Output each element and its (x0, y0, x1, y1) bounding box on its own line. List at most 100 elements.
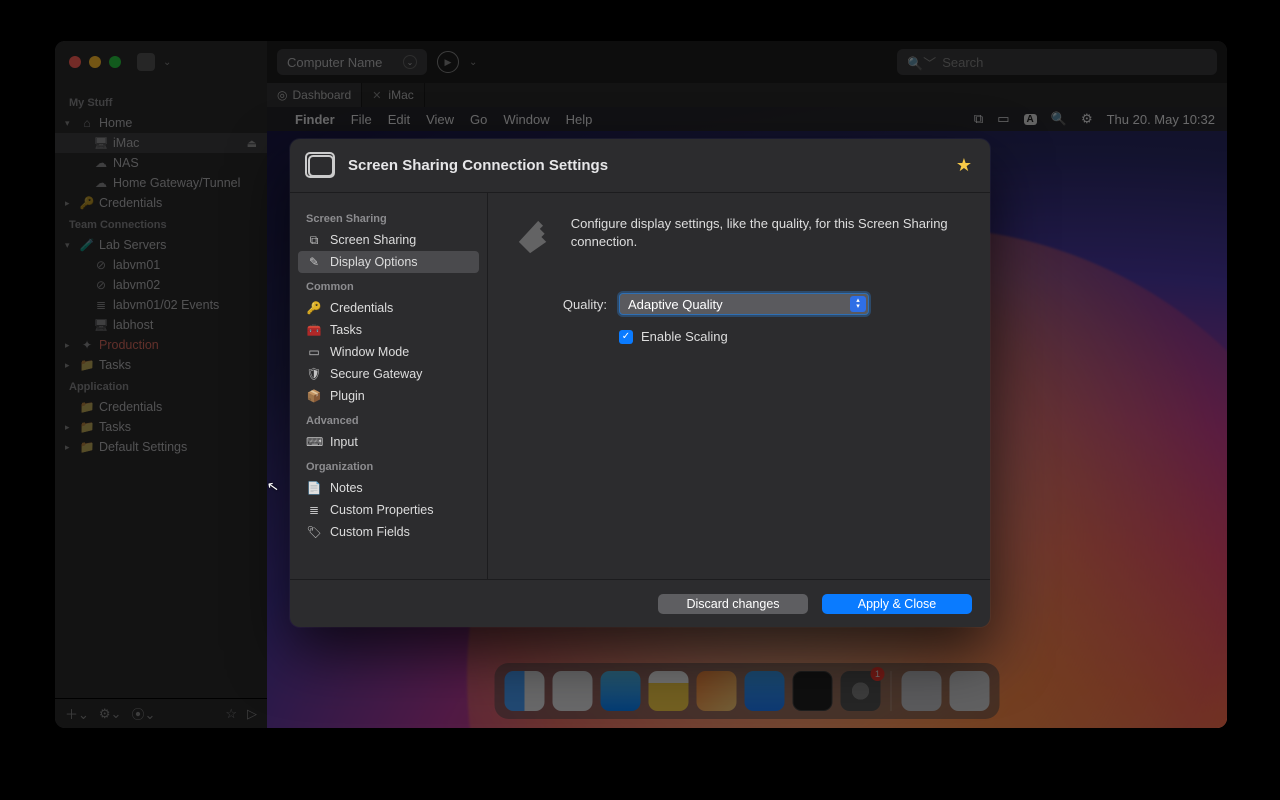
play-menu-caret-icon[interactable]: ⌄ (469, 57, 477, 68)
settings-nav-item[interactable]: ≣Custom Properties (298, 499, 479, 521)
sidebar-item[interactable]: ▸📁Tasks (55, 417, 267, 437)
item-label: Home Gateway/Tunnel (113, 176, 261, 190)
remote-menu-item[interactable]: Go (470, 112, 487, 127)
discard-button[interactable]: Discard changes (658, 594, 808, 614)
sidebar-item[interactable]: ▾🧪Lab Servers (55, 235, 267, 255)
play-icon[interactable]: ▷ (247, 706, 257, 722)
dock-recent-icon[interactable] (902, 671, 942, 711)
tab-close-icon[interactable]: ✕ (372, 89, 381, 102)
connect-play-button[interactable]: ▶ (437, 51, 459, 73)
dock-safari-icon[interactable] (601, 671, 641, 711)
window-close-button[interactable] (69, 56, 81, 68)
dock-finder-icon[interactable] (505, 671, 545, 711)
item-icon: 🖥 (93, 136, 109, 150)
settings-nav-item[interactable]: 🧰Tasks (298, 319, 479, 341)
item-label: iMac (113, 136, 243, 150)
globe-icon[interactable]: ⦿⌄ (131, 704, 155, 723)
settings-nav-item[interactable]: 📄Notes (298, 477, 479, 499)
disclosure-triangle-icon[interactable]: ▸ (65, 340, 75, 351)
settings-gear-icon[interactable]: ⚙⌄ (99, 706, 122, 722)
enable-scaling-checkbox[interactable]: ✓ (619, 330, 633, 344)
sidebar-item[interactable]: ☁Home Gateway/Tunnel (55, 173, 267, 193)
settings-nav-item[interactable]: 🔑Credentials (298, 297, 479, 319)
app-logo-icon (137, 53, 155, 71)
mission-control-icon[interactable]: ▭ (997, 111, 1009, 127)
sidebar-item[interactable]: ▸📁Tasks (55, 355, 267, 375)
tab[interactable]: ◎Dashboard (267, 83, 362, 107)
disclosure-triangle-icon[interactable]: ▸ (65, 422, 75, 433)
sidebar-item[interactable]: ⊘labvm02 (55, 275, 267, 295)
app-menu-caret-icon[interactable]: ⌄ (163, 57, 171, 68)
nav-item-label: Notes (330, 481, 363, 495)
settings-nav-item[interactable]: ⌨ Input (298, 431, 479, 453)
item-icon: 📁 (79, 440, 95, 454)
window-minimize-button[interactable] (89, 56, 101, 68)
dock-trash-icon[interactable] (950, 671, 990, 711)
disclosure-triangle-icon[interactable]: ▾ (65, 240, 75, 251)
sidebar-item[interactable]: 🖥 iMac ⏏ (55, 133, 267, 153)
remote-menubar-items: File Edit View Go Window Help (351, 112, 593, 127)
sidebar-item[interactable]: ☁NAS (55, 153, 267, 173)
dock-terminal-icon[interactable] (793, 671, 833, 711)
sidebar-item[interactable]: ▸🔑Credentials (55, 193, 267, 213)
item-label: labhost (113, 318, 261, 332)
favorite-star-icon[interactable]: ★ (956, 155, 972, 176)
favorite-star-icon[interactable]: ☆ (225, 706, 237, 722)
sidebar-item[interactable]: 🖥labhost (55, 315, 267, 335)
disclosure-triangle-icon[interactable]: ▸ (65, 360, 75, 371)
sidebar-section-header: Team Connections (55, 213, 267, 235)
sidebar-item[interactable]: ≣labvm01/02 Events (55, 295, 267, 315)
settings-nav-item[interactable]: ✎Display Options (298, 251, 479, 273)
remote-menu-item[interactable]: Window (503, 112, 549, 127)
remote-menu-item[interactable]: Edit (388, 112, 410, 127)
tab[interactable]: ✕iMac (362, 83, 425, 107)
add-button[interactable]: ＋⌄ (65, 704, 89, 723)
spaces-icon[interactable]: ⧉ (974, 111, 983, 127)
control-center-icon[interactable]: ⚙ (1081, 111, 1093, 127)
input-source-icon[interactable]: A (1024, 114, 1037, 125)
settings-nav-group: Organization (298, 453, 479, 477)
settings-nav-item[interactable]: 📦Plugin (298, 385, 479, 407)
remote-clock[interactable]: Thu 20. May 10:32 (1107, 112, 1215, 127)
dock-notes-icon[interactable] (649, 671, 689, 711)
sidebar-item[interactable]: ▾⌂Home (55, 113, 267, 133)
item-icon: 📁 (79, 358, 95, 372)
nav-item-icon: ✎ (306, 255, 322, 269)
settings-nav-item[interactable]: ▭Window Mode (298, 341, 479, 363)
dock-launchpad-icon[interactable] (553, 671, 593, 711)
window-zoom-button[interactable] (109, 56, 121, 68)
disclosure-triangle-icon[interactable]: ▾ (65, 118, 75, 129)
settings-nav-item[interactable]: 🛡Secure Gateway (298, 363, 479, 385)
search-field[interactable]: 🔍﹀ Search (897, 49, 1217, 75)
nav-item-icon: 🔑 (306, 301, 322, 315)
dock-appstore-icon[interactable] (745, 671, 785, 711)
sidebar-item[interactable]: ▸📁Default Settings (55, 437, 267, 457)
nav-item-icon: ≣ (306, 503, 322, 517)
nav-item-icon: ⌨ (306, 435, 322, 449)
quality-select[interactable]: Adaptive Quality ▴▾ (619, 293, 869, 315)
remote-menu-item[interactable]: View (426, 112, 454, 127)
dock-badge: 1 (871, 667, 885, 681)
window-titlebar: ⌄ (55, 41, 267, 83)
dock-settings-icon[interactable]: 1 (841, 671, 881, 711)
nav-item-icon: 🛡 (306, 367, 322, 381)
settings-nav-item[interactable]: ⧉Screen Sharing (298, 229, 479, 251)
eject-icon[interactable]: ⏏ (247, 137, 257, 150)
nav-item-label: Input (330, 435, 358, 449)
remote-menu-item[interactable]: File (351, 112, 372, 127)
remote-menu-item[interactable]: Help (566, 112, 593, 127)
quality-value: Adaptive Quality (628, 297, 723, 312)
nav-item-icon: ▭ (306, 345, 322, 359)
disclosure-triangle-icon[interactable]: ▸ (65, 198, 75, 209)
sidebar-item[interactable]: ▸✦Production (55, 335, 267, 355)
dock-app-icon[interactable] (697, 671, 737, 711)
disclosure-triangle-icon[interactable]: ▸ (65, 442, 75, 453)
spotlight-icon[interactable]: 🔍 (1051, 111, 1067, 127)
sidebar-item[interactable]: ⊘labvm01 (55, 255, 267, 275)
computer-name-dropdown[interactable]: Computer Name ⌄ (277, 49, 427, 75)
modal-footer: Discard changes Apply & Close (290, 579, 990, 627)
remote-app-name[interactable]: Finder (295, 112, 335, 127)
apply-close-button[interactable]: Apply & Close (822, 594, 972, 614)
sidebar-item[interactable]: 📁Credentials (55, 397, 267, 417)
settings-nav-item[interactable]: 🏷Custom Fields (298, 521, 479, 543)
